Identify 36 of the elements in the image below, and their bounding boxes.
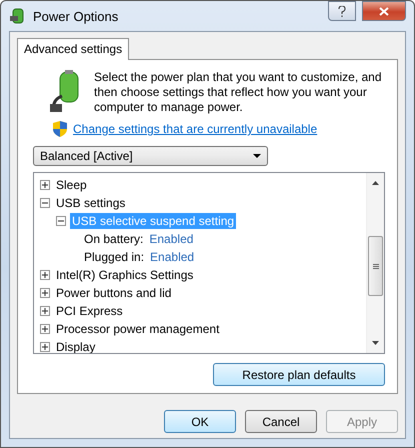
scrollbar-thumb[interactable] <box>368 236 383 296</box>
tree-item[interactable]: Processor power management <box>54 321 222 337</box>
help-button[interactable] <box>328 1 356 21</box>
tree-item[interactable]: USB settings <box>54 195 128 211</box>
dropdown-arrow-icon <box>253 154 261 158</box>
expand-icon[interactable] <box>40 180 50 190</box>
close-icon <box>379 6 389 16</box>
scrollbar[interactable] <box>366 173 384 353</box>
collapse-icon[interactable] <box>56 216 66 226</box>
expand-icon[interactable] <box>40 324 50 334</box>
question-mark-icon <box>338 6 346 16</box>
tree-item[interactable]: Intel(R) Graphics Settings <box>54 267 196 283</box>
close-button[interactable] <box>362 1 406 21</box>
setting-label: On battery: <box>84 232 144 246</box>
setting-value-link[interactable]: Enabled <box>150 250 194 264</box>
description-text: Select the power plan that you want to customize, and then choose settings that reflect how you want your computer to manage power. <box>94 70 383 115</box>
window-title: Power Options <box>33 8 120 24</box>
dialog-button[interactable]: OK <box>164 410 236 433</box>
restore-defaults-button[interactable]: Restore plan defaults <box>213 363 385 386</box>
shield-icon <box>53 121 67 137</box>
expand-icon[interactable] <box>40 270 50 280</box>
setting-label: Plugged in: <box>84 250 144 264</box>
tree-item[interactable]: Sleep <box>54 177 89 193</box>
tree-item[interactable]: PCI Express <box>54 303 125 319</box>
tree-item[interactable]: Power buttons and lid <box>54 285 174 301</box>
scroll-down-icon[interactable] <box>372 341 379 345</box>
change-settings-link[interactable]: Change settings that are currently unavailable <box>73 122 318 136</box>
setting-value-link[interactable]: Enabled <box>149 232 194 246</box>
collapse-icon[interactable] <box>40 198 50 208</box>
expand-icon[interactable] <box>40 288 50 298</box>
tab[interactable]: Advanced settings <box>17 38 130 60</box>
expand-icon[interactable] <box>40 342 50 352</box>
scroll-up-icon[interactable] <box>372 181 379 185</box>
plan-dropdown[interactable]: Balanced [Active] <box>33 146 268 166</box>
expand-icon[interactable] <box>40 306 50 316</box>
dialog-button[interactable]: Cancel <box>245 410 317 433</box>
